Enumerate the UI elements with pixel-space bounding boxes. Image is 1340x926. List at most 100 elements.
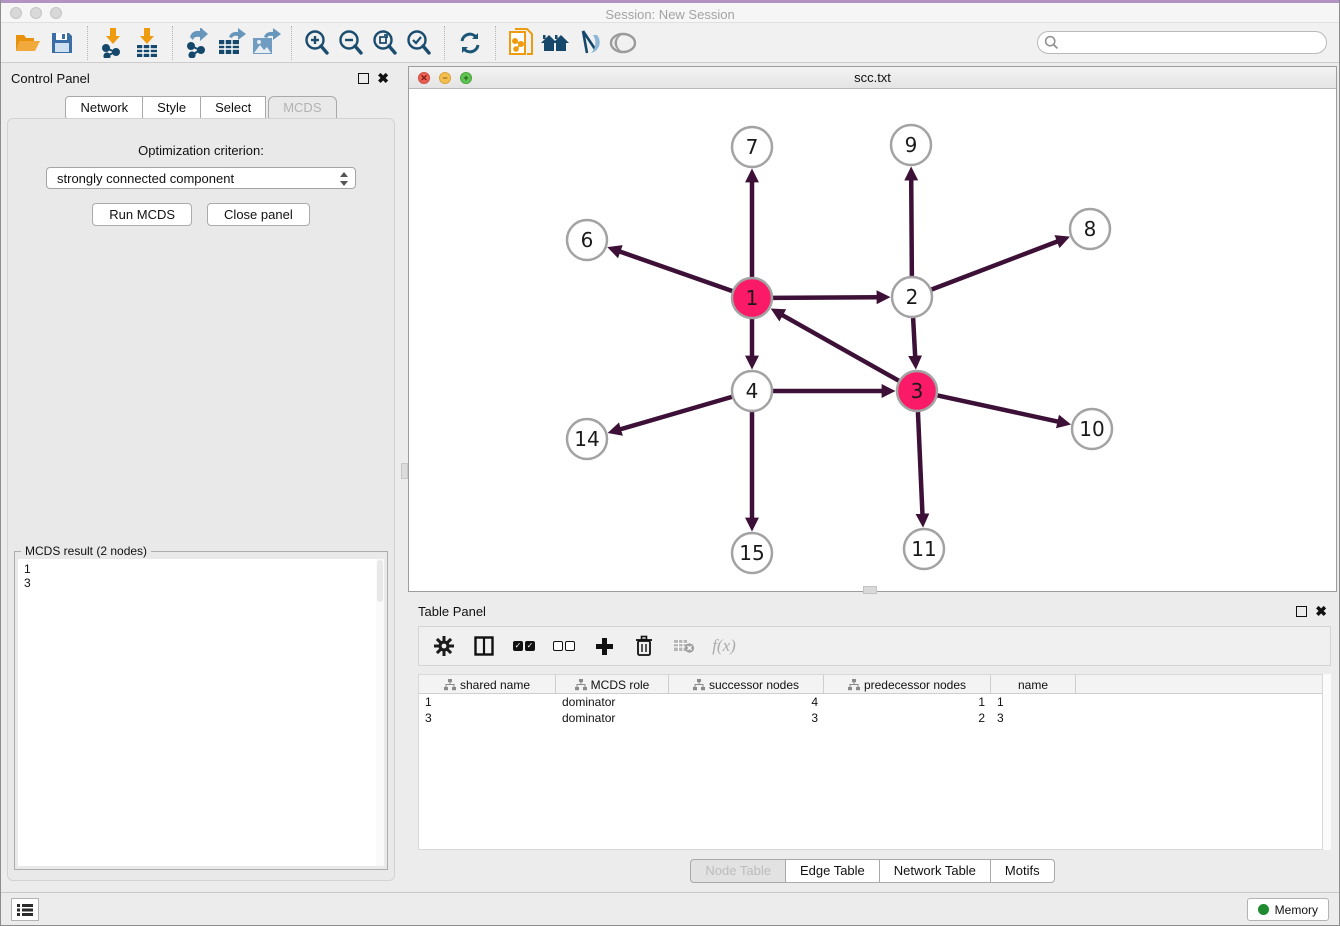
export-table-icon[interactable] <box>215 27 249 59</box>
function-builder-icon[interactable]: f(x) <box>711 633 737 659</box>
network-document-icon[interactable] <box>504 27 538 59</box>
float-panel-icon[interactable] <box>358 73 369 84</box>
graph-edge-2-8[interactable] <box>932 241 1059 289</box>
mcds-result-text[interactable]: 1 3 <box>18 559 384 866</box>
graph-edge-2-3[interactable] <box>913 318 915 357</box>
table-panel-title: Table Panel <box>418 604 486 619</box>
select-all-columns-icon[interactable]: ✓✓ <box>511 633 537 659</box>
memory-button[interactable]: Memory <box>1247 898 1329 921</box>
list-icon <box>17 903 33 917</box>
table-cell: 1 <box>824 695 991 709</box>
column-header-successor-nodes[interactable]: successor nodes <box>669 675 824 694</box>
graph-edge-1-2[interactable] <box>773 297 878 298</box>
zoom-fit-icon[interactable] <box>368 27 402 59</box>
export-image-icon[interactable] <box>249 27 283 59</box>
criterion-select[interactable]: strongly connected component <box>46 167 356 189</box>
graph-node-label-8: 8 <box>1084 217 1097 241</box>
mcds-result-group: MCDS result (2 nodes) 1 3 <box>14 551 388 870</box>
divider-grip[interactable] <box>863 586 877 594</box>
graph-edge-3-1[interactable] <box>782 315 899 381</box>
run-mcds-button[interactable]: Run MCDS <box>92 203 192 226</box>
toolbar-separator <box>291 26 292 60</box>
tab-mcds[interactable]: MCDS <box>268 96 336 120</box>
create-column-icon[interactable] <box>591 633 617 659</box>
network-window-title: scc.txt <box>409 67 1336 88</box>
graph-edge-3-11[interactable] <box>918 412 923 515</box>
toolbar-separator <box>495 26 496 60</box>
zoom-out-icon[interactable] <box>334 27 368 59</box>
column-header-shared-name[interactable]: shared name <box>419 675 556 694</box>
column-header-name[interactable]: name <box>991 675 1076 694</box>
status-bar: Memory <box>1 892 1339 925</box>
table-cell: 3 <box>419 711 556 725</box>
show-column-panel-icon[interactable] <box>471 633 497 659</box>
delete-table-icon[interactable] <box>671 633 697 659</box>
delete-column-icon[interactable] <box>631 633 657 659</box>
mcds-result-scrollbar[interactable] <box>376 559 384 866</box>
home-icon[interactable] <box>538 27 572 59</box>
graph-node-label-9: 9 <box>905 133 918 157</box>
table-panel-tabs: Node TableEdge TableNetwork TableMotifs <box>408 859 1337 883</box>
toolbar-separator <box>87 26 88 60</box>
float-panel-icon[interactable] <box>1296 606 1307 617</box>
optimization-criterion-label: Optimization criterion: <box>8 143 394 158</box>
export-network-icon[interactable] <box>181 27 215 59</box>
tab-network-table[interactable]: Network Table <box>879 859 991 883</box>
toolbar-separator <box>172 26 173 60</box>
node-table-body: 1dominator4113dominator323 <box>419 694 1322 726</box>
control-panel-header: Control Panel ✖ <box>1 63 401 93</box>
close-panel-icon[interactable]: ✖ <box>377 70 389 87</box>
table-cell: 3 <box>991 711 1076 725</box>
network-graph[interactable]: 1234678910111415 <box>409 89 1336 591</box>
zoom-selected-icon[interactable] <box>402 27 436 59</box>
tab-style[interactable]: Style <box>142 96 201 120</box>
column-label: predecessor nodes <box>864 678 966 692</box>
task-history-button[interactable] <box>11 898 39 921</box>
table-cell: 2 <box>824 711 991 725</box>
table-settings-gear-icon[interactable] <box>431 633 457 659</box>
tab-node-table[interactable]: Node Table <box>690 859 786 883</box>
graph-node-label-14: 14 <box>574 427 599 451</box>
control-panel: Control Panel ✖ NetworkStyleSelectMCDS O… <box>1 63 401 893</box>
divider-grip[interactable] <box>401 463 408 479</box>
window-titlebar: Session: New Session <box>1 3 1339 23</box>
eye-icon[interactable] <box>606 27 640 59</box>
graph-edge-1-6[interactable] <box>619 251 732 291</box>
tab-network[interactable]: Network <box>65 96 143 120</box>
tab-select[interactable]: Select <box>200 96 266 120</box>
vizmapper-icon[interactable] <box>572 27 606 59</box>
table-cell: 3 <box>669 711 824 725</box>
column-header-MCDS-role[interactable]: MCDS role <box>556 675 669 694</box>
table-scrollbar[interactable] <box>1323 674 1331 850</box>
unselect-all-columns-icon[interactable] <box>551 633 577 659</box>
refresh-icon[interactable] <box>453 27 487 59</box>
table-row[interactable]: 1dominator411 <box>419 694 1322 710</box>
graph-edge-4-14[interactable] <box>620 397 732 430</box>
network-view-window: ✕ − + scc.txt 1234678910111415 <box>408 66 1337 592</box>
table-cell: 1 <box>419 695 556 709</box>
search-input[interactable] <box>1059 36 1326 50</box>
table-cell: 1 <box>991 695 1076 709</box>
save-session-icon[interactable] <box>45 27 79 59</box>
close-panel-button[interactable]: Close panel <box>207 203 310 226</box>
graph-edge-2-9[interactable] <box>911 179 912 276</box>
table-row[interactable]: 3dominator323 <box>419 710 1322 726</box>
zoom-in-icon[interactable] <box>300 27 334 59</box>
open-file-icon[interactable] <box>11 27 45 59</box>
close-panel-icon[interactable]: ✖ <box>1315 603 1327 620</box>
tab-edge-table[interactable]: Edge Table <box>785 859 880 883</box>
main-toolbar <box>1 23 1339 63</box>
vertical-split-divider[interactable] <box>401 63 408 893</box>
node-table: shared nameMCDS rolesuccessor nodes prede… <box>418 674 1323 850</box>
column-header-predecessor-nodes[interactable]: predecessor nodes <box>824 675 991 694</box>
graph-edge-3-10[interactable] <box>938 395 1059 421</box>
import-table-icon[interactable] <box>130 27 164 59</box>
table-cell: dominator <box>556 711 669 725</box>
network-window-titlebar: ✕ − + scc.txt <box>409 67 1336 89</box>
graph-node-label-10: 10 <box>1079 417 1104 441</box>
tab-motifs[interactable]: Motifs <box>990 859 1055 883</box>
graph-node-label-3: 3 <box>911 379 924 403</box>
import-network-icon[interactable] <box>96 27 130 59</box>
select-stepper-icon <box>339 171 349 187</box>
graph-node-label-2: 2 <box>906 285 919 309</box>
